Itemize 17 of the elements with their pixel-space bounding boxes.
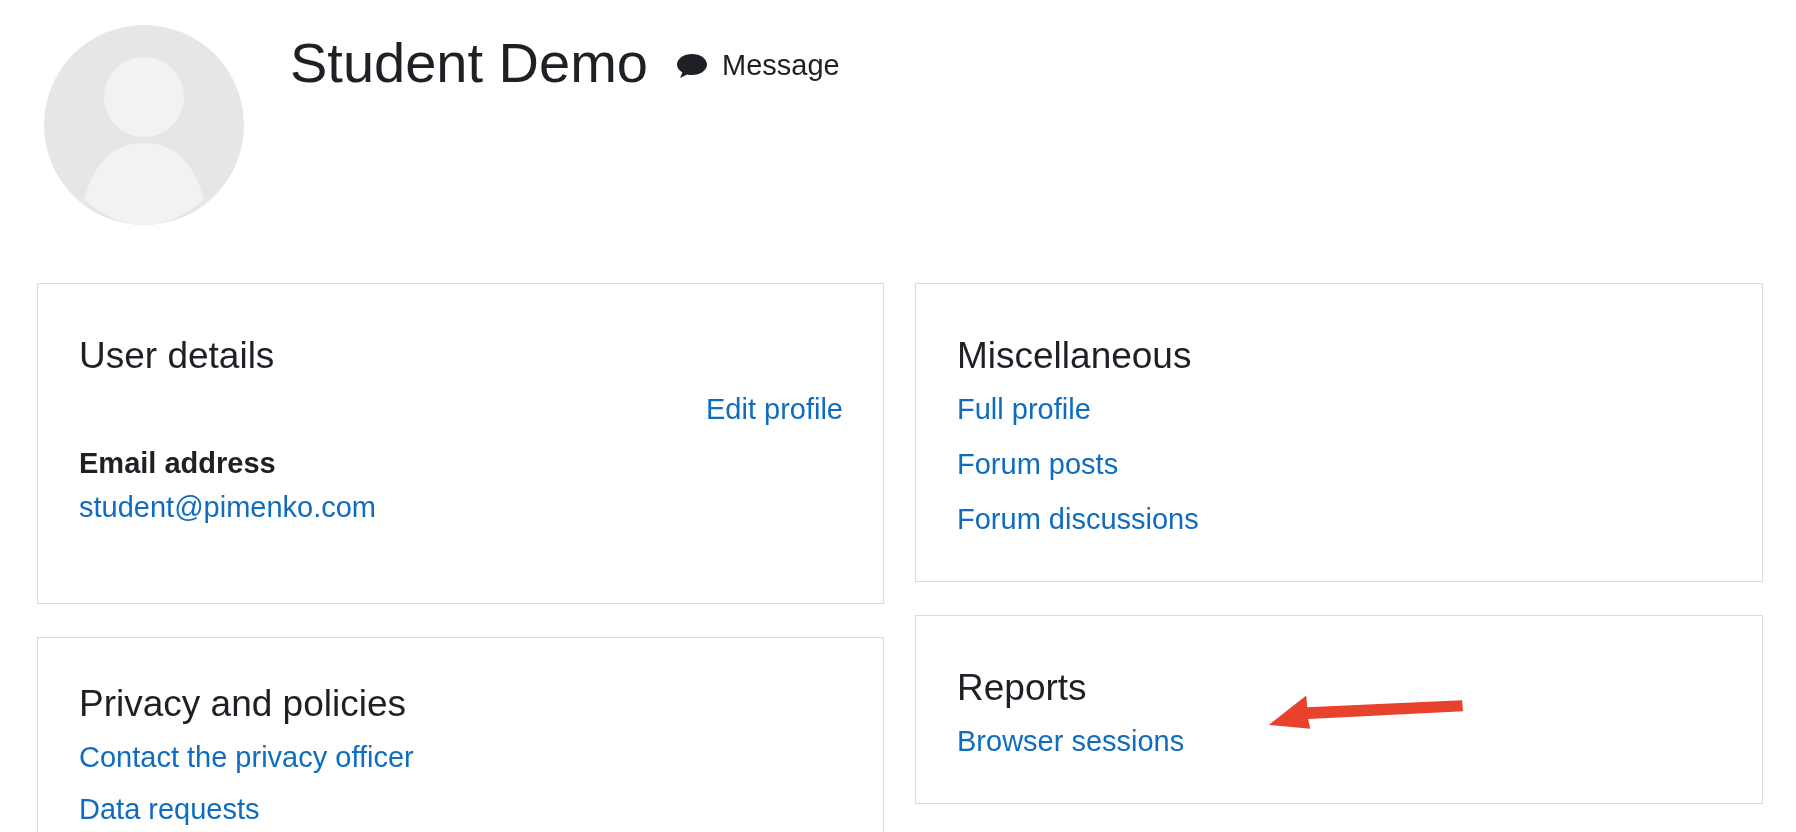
- profile-link[interactable]: Data requests: [79, 793, 260, 826]
- speech-bubble-icon: [676, 52, 708, 79]
- edit-profile-link[interactable]: Edit profile: [706, 393, 843, 426]
- profile-link[interactable]: Full profile: [957, 393, 1091, 426]
- card-title: User details: [79, 334, 276, 378]
- card-title: Miscellaneous: [957, 334, 1193, 378]
- card-title: Reports: [957, 666, 1088, 710]
- user-name: Student Demo: [290, 30, 648, 96]
- profile-link[interactable]: Forum discussions: [957, 503, 1199, 536]
- profile-link[interactable]: Browser sessions: [957, 725, 1185, 758]
- profile-link[interactable]: Forum posts: [957, 448, 1119, 481]
- email-link[interactable]: student@pimenko.com: [79, 491, 377, 524]
- avatar-silhouette-icon: [44, 25, 244, 225]
- field-label: Email address: [79, 447, 277, 481]
- card-title: Privacy and policies: [79, 682, 407, 726]
- profile-link[interactable]: Contact the privacy officer: [79, 741, 414, 774]
- message-link[interactable]: Message: [676, 49, 840, 82]
